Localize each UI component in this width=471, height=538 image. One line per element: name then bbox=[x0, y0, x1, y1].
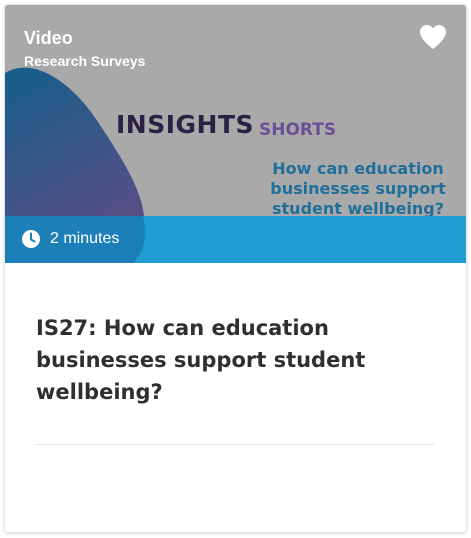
media-type-label: Video bbox=[24, 28, 73, 48]
heart-icon bbox=[420, 25, 446, 49]
card-divider bbox=[36, 444, 434, 445]
duration-label: 2 minutes bbox=[50, 230, 120, 247]
thumbnail-brand-sub: SHORTS bbox=[259, 120, 337, 140]
clock-icon bbox=[22, 230, 40, 248]
duration-bar: 2 minutes bbox=[5, 216, 466, 263]
card-title[interactable]: IS27: How can education businesses suppo… bbox=[36, 312, 436, 408]
thumbnail-brand-main: INSIGHTS bbox=[116, 110, 255, 139]
category-label: Research Surveys bbox=[24, 53, 146, 69]
card-thumbnail[interactable]: INSIGHTS SHORTS How can education busine… bbox=[5, 5, 466, 263]
thumbnail-question: How can education businesses support stu… bbox=[270, 159, 446, 218]
content-card[interactable]: INSIGHTS SHORTS How can education busine… bbox=[4, 4, 467, 533]
card-meta: Video Research Surveys bbox=[24, 27, 145, 70]
favorite-button[interactable] bbox=[419, 24, 447, 50]
